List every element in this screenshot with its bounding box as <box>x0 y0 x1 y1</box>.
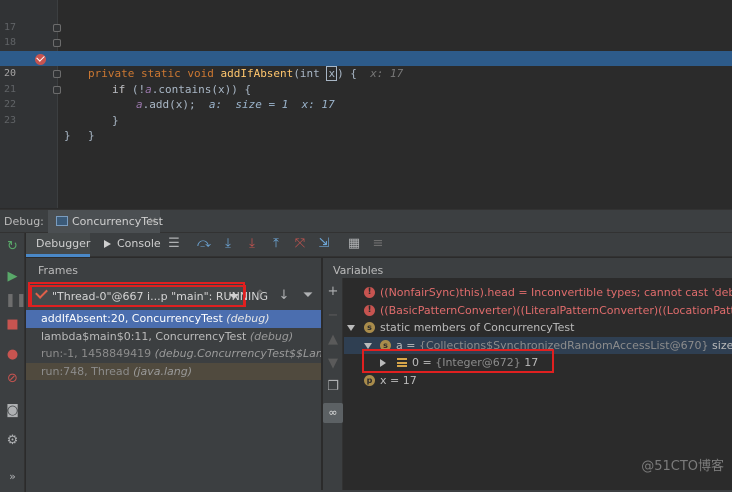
rerun-icon[interactable]: ↻ <box>5 239 20 254</box>
step-out-icon[interactable]: ⤒ <box>268 236 284 252</box>
variables-title: Variables <box>333 264 384 277</box>
tab-console[interactable]: Console <box>100 233 161 257</box>
code-text: } <box>88 129 95 142</box>
debug-side-toolbar: ↻ ▶ ❚❚ ■ ● ⊘ ◙ ⚙ » <box>0 233 27 492</box>
code-line-18[interactable]: 18 private static void addIfAbsent(int x… <box>0 20 732 81</box>
debug-tool-window-header: Debug: ConcurrencyTest × <box>0 209 732 233</box>
stop-icon[interactable]: ■ <box>5 317 20 332</box>
highlight-box-thread <box>28 282 245 307</box>
settings-gear-icon[interactable]: ⚙ <box>5 433 20 448</box>
variable-row-error[interactable]: ! ((BasicPatternConverter)((LiteralPatte… <box>344 302 732 320</box>
tab-debugger-label: Debugger <box>36 237 91 250</box>
code-line-17[interactable]: 17 <box>0 4 732 33</box>
run-to-cursor-icon[interactable]: ⇲ <box>316 236 332 252</box>
variable-row-static[interactable]: s static members of ConcurrencyTest <box>344 319 732 337</box>
add-watch-icon[interactable]: + <box>325 284 341 300</box>
console-icon <box>104 240 111 248</box>
variable-row-x[interactable]: p x = 17 <box>344 372 732 390</box>
view-breakpoints-icon[interactable]: ● <box>5 347 20 362</box>
variables-toolbar: + − ▲ ▼ ❐ ∞ <box>323 278 343 492</box>
variable-row-error[interactable]: ! ((NonfairSync)this).head = Inconvertib… <box>344 284 732 302</box>
code-line-23[interactable]: 23 } <box>0 97 732 143</box>
code-text: } <box>64 129 71 142</box>
debugger-tab-row: Debugger Console ☰ ⤼ ⤓ ⤓ ⤒ ⤧ ⇲ ▦ ≡ <box>26 233 732 257</box>
highlight-box-element <box>362 349 554 373</box>
evaluate-expression-icon[interactable]: ▦ <box>346 236 362 252</box>
step-over-icon[interactable]: ⤼ <box>196 236 212 252</box>
variables-header: Variables <box>323 258 732 278</box>
next-frame-arrow-icon[interactable]: ↓ <box>276 288 292 304</box>
watches-toggle-button[interactable]: ∞ <box>323 403 343 423</box>
frame-row[interactable]: addIfAbsent:20, ConcurrencyTest (debug) <box>26 310 321 328</box>
code-text: } <box>112 113 119 127</box>
error-icon: ! <box>364 287 375 298</box>
frames-title: Frames <box>38 264 79 277</box>
close-icon[interactable]: × <box>148 214 157 227</box>
code-line-22[interactable]: 22 } <box>0 82 732 142</box>
fold-marker-icon[interactable] <box>53 23 61 32</box>
remove-watch-icon[interactable]: − <box>325 308 341 324</box>
filter-icon[interactable]: ⏷ <box>300 288 316 304</box>
trace-stream-icon[interactable]: ≡ <box>370 236 386 252</box>
run-config-tab[interactable]: ConcurrencyTest × <box>48 210 163 233</box>
mute-breakpoints-icon[interactable]: ⊘ <box>5 371 20 386</box>
camera-icon[interactable]: ◙ <box>5 403 20 418</box>
fold-marker-icon[interactable] <box>53 85 61 94</box>
fold-marker-icon[interactable] <box>53 39 61 47</box>
run-config-icon <box>56 216 68 226</box>
glasses-icon: ∞ <box>328 406 338 419</box>
threads-layout-icon[interactable]: ☰ <box>166 236 182 252</box>
breakpoint-icon[interactable] <box>35 53 46 65</box>
static-icon: s <box>364 322 375 333</box>
copy-icon[interactable]: ❐ <box>325 379 341 395</box>
move-up-icon[interactable]: ▲ <box>325 332 341 348</box>
expanded-arrow-icon[interactable] <box>364 342 372 349</box>
fold-marker-icon[interactable] <box>53 70 61 78</box>
force-step-into-icon[interactable]: ⤓ <box>244 236 260 252</box>
code-editor[interactable]: 17 18 private static void addIfAbsent(in… <box>0 0 732 208</box>
resume-icon[interactable]: ▶ <box>5 269 20 284</box>
line-number: 23 <box>4 114 17 126</box>
code-line-21[interactable]: 21 } <box>0 66 732 127</box>
pause-icon[interactable]: ❚❚ <box>5 293 27 308</box>
current-execution-line[interactable]: 20 a.add(x); a: size = 1 x: 17 <box>0 50 732 111</box>
tab-debugger[interactable]: Debugger <box>26 233 90 257</box>
error-icon: ! <box>364 304 375 316</box>
step-into-icon[interactable]: ⤓ <box>220 236 236 252</box>
watermark: @51CTO博客 <box>641 459 724 474</box>
frame-row[interactable]: run:748, Thread (java.lang) <box>26 362 321 380</box>
drop-frame-icon[interactable]: ⤧ <box>292 236 308 252</box>
previous-frame-arrow-icon[interactable]: ↑ <box>252 288 268 304</box>
code-line-19[interactable]: 19 ifif (!a.contains(x)) { <box>0 35 732 96</box>
tab-console-label: Console <box>117 237 161 250</box>
frame-row[interactable]: lambda$main$0:11, ConcurrencyTest (debug… <box>26 328 321 346</box>
move-down-icon[interactable]: ▼ <box>325 356 341 372</box>
debug-label: Debug: <box>4 215 44 228</box>
parameter-icon: p <box>364 374 375 386</box>
expanded-arrow-icon[interactable] <box>347 325 355 331</box>
frame-row[interactable]: run:-1, 1458849419 (debug.ConcurrencyTes… <box>26 345 321 363</box>
more-chevron-icon[interactable]: » <box>5 469 20 484</box>
